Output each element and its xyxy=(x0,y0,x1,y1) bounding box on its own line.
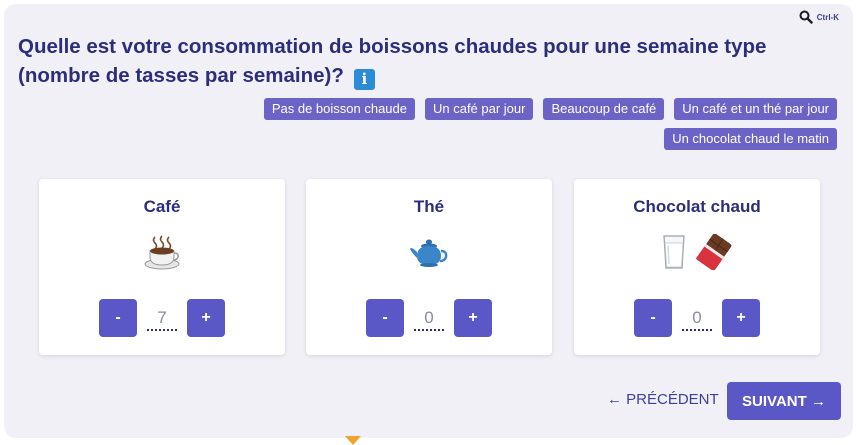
search-shortcut: Ctrl-K xyxy=(816,12,839,22)
card-title: Café xyxy=(143,197,181,216)
preset-hot-chocolate-morning[interactable]: Un chocolat chaud le matin xyxy=(664,128,837,150)
preset-no-hot-drink[interactable]: Pas de boisson chaude xyxy=(263,98,415,120)
preset-lots-of-coffee[interactable]: Beaucoup de café xyxy=(543,98,665,120)
increment-button[interactable]: + xyxy=(722,299,760,337)
card-hot-chocolate: Chocolat chaud - 0 + xyxy=(574,179,820,355)
question-panel: Ctrl-K Quelle est votre consommation de … xyxy=(4,4,853,438)
quantity-value[interactable]: 0 xyxy=(414,308,444,331)
preset-coffee-and-tea-per-day[interactable]: Un café et un thé par jour xyxy=(674,98,837,120)
preset-list: Pas de boisson chaude Un café par jour B… xyxy=(197,98,837,150)
increment-button[interactable]: + xyxy=(454,299,492,337)
decrement-button[interactable]: - xyxy=(99,299,137,337)
card-tea: Thé - 0 + xyxy=(306,179,552,355)
question-text: Quelle est votre consommation de boisson… xyxy=(18,35,767,87)
card-coffee: Café - 7 + xyxy=(39,179,285,355)
next-button[interactable]: SUIVANT → xyxy=(727,382,841,420)
increment-button[interactable]: + xyxy=(187,299,225,337)
question-title: Quelle est votre consommation de boisson… xyxy=(18,32,818,90)
card-title: Chocolat chaud xyxy=(633,197,761,216)
milk-glass-icon xyxy=(663,235,685,269)
decrement-button[interactable]: - xyxy=(366,299,404,337)
preset-one-coffee-per-day[interactable]: Un café par jour xyxy=(424,98,534,120)
quantity-value[interactable]: 0 xyxy=(682,308,712,331)
info-icon[interactable]: i xyxy=(353,69,375,90)
search-icon xyxy=(799,10,813,24)
previous-button[interactable]: ← PRÉCÉDENT xyxy=(607,391,719,408)
quantity-value[interactable]: 7 xyxy=(147,308,177,331)
teapot-icon xyxy=(410,239,448,267)
chocolate-bar-icon xyxy=(695,234,732,270)
card-title: Thé xyxy=(413,197,445,216)
search-button[interactable]: Ctrl-K xyxy=(799,10,839,24)
decrement-button[interactable]: - xyxy=(634,299,672,337)
hot-coffee-icon xyxy=(144,235,180,270)
